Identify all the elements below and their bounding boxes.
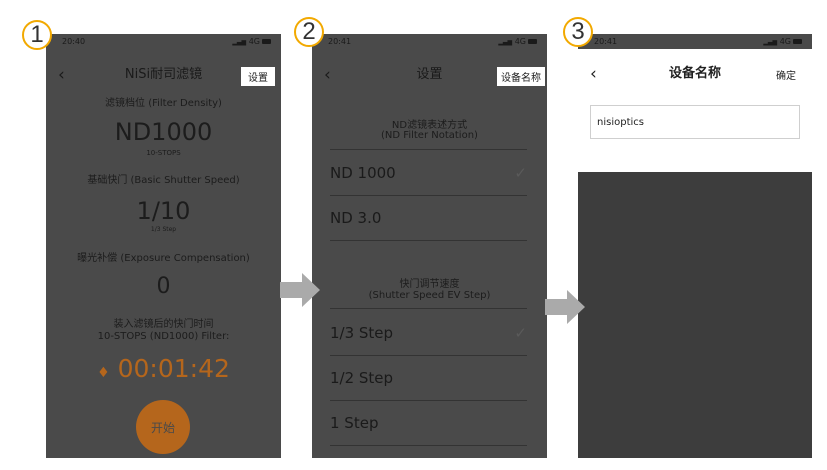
shutter-option-label: 1/2 Step <box>330 369 394 387</box>
signal-icon: ▂▄▆ <box>498 39 513 46</box>
battery-icon <box>793 39 802 44</box>
start-button[interactable]: 开始 <box>136 400 190 454</box>
filter-density-stops: 10-STOPS <box>146 149 181 157</box>
exposure-compensation-label: 曝光补偿 (Exposure Compensation) <box>77 253 250 264</box>
step-badge-2: 2 <box>294 17 324 47</box>
phone-screen-settings: 20:41 ▂▄▆ 4G 设置 ‹ 设备名称 ND滤镜表述方式 (ND Filt… <box>312 34 547 458</box>
status-time: 20:40 <box>62 37 86 46</box>
check-icon: ✓ <box>514 324 527 342</box>
settings-button[interactable]: 设置 <box>241 67 275 86</box>
filter-density-label: 滤镜档位 (Filter Density) <box>105 98 222 109</box>
timer-value: 00:01:42 <box>117 354 230 383</box>
nav-bar: 设置 ‹ 设备名称 <box>312 64 547 86</box>
nd-option-row[interactable]: ND 3.0 <box>330 196 527 241</box>
exposure-compensation-value[interactable]: 0 <box>46 274 281 299</box>
battery-icon <box>262 39 271 44</box>
shutter-step-section-title: 快门调节速度 <box>399 279 460 290</box>
status-time: 20:41 <box>594 37 618 46</box>
status-bar: 20:40 ▂▄▆ 4G <box>46 34 281 49</box>
nav-bar: NiSi耐司滤镜 ‹ 设置 <box>46 64 281 86</box>
chevron-left-icon[interactable]: ‹ <box>590 63 597 85</box>
nd-notation-section-subtitle: (ND Filter Notation) <box>381 130 478 141</box>
shutter-speed-value[interactable]: 1/10 <box>46 197 281 225</box>
start-button-label: 开始 <box>150 420 175 435</box>
step-badge-1: 1 <box>22 20 52 50</box>
filter-density-value[interactable]: ND1000 <box>46 118 281 146</box>
check-icon: ✓ <box>514 164 527 182</box>
device-name-input[interactable]: nisioptics <box>590 105 800 139</box>
phone-screen-filter-calculator: 20:40 ▂▄▆ 4G NiSi耐司滤镜 ‹ 设置 滤镜档位 (Filter … <box>46 34 281 458</box>
nd-notation-section-title: ND滤镜表述方式 <box>391 120 468 131</box>
device-name-panel <box>578 34 812 172</box>
phone-screen-device-name: 20:41 ▂▄▆ 4G 设备名称 ‹ 确定 nisioptics <box>578 34 812 458</box>
shutter-step-section-subtitle: (Shutter Speed EV Step) <box>368 290 491 301</box>
shutter-step-label: 1/3 Step <box>150 226 177 233</box>
nd-option-label: ND 1000 <box>330 164 396 182</box>
chevron-left-icon[interactable]: ‹ <box>58 64 65 86</box>
shutter-option-row[interactable]: 1/3 Step ✓ <box>330 311 527 356</box>
timer-icon: ♦ <box>97 365 110 381</box>
status-bar: 20:41 ▂▄▆ 4G <box>312 34 547 49</box>
shutter-option-label: 1 Step <box>330 414 379 432</box>
step-badge-3: 3 <box>563 17 593 47</box>
status-time: 20:41 <box>328 37 352 46</box>
arrow-right-icon <box>545 290 585 324</box>
nd-option-label: ND 3.0 <box>330 209 382 227</box>
signal-icon: ▂▄▆ <box>232 39 247 46</box>
device-name-button[interactable]: 设备名称 <box>497 67 545 86</box>
exposure-timer: ♦ 00:01:42 <box>46 354 281 383</box>
shutter-option-label: 1/3 Step <box>330 324 394 342</box>
chevron-left-icon[interactable]: ‹ <box>324 64 331 86</box>
arrow-right-icon <box>280 273 320 307</box>
battery-icon <box>528 39 537 44</box>
result-label: 装入滤镜后的快门时间 <box>113 319 214 330</box>
nd-option-row[interactable]: ND 1000 ✓ <box>330 151 527 196</box>
confirm-button[interactable]: 确定 <box>776 67 796 82</box>
signal-icon: ▂▄▆ <box>763 39 778 46</box>
shutter-option-row[interactable]: 1 Step <box>330 401 527 446</box>
status-bar: 20:41 ▂▄▆ 4G <box>578 34 812 49</box>
shutter-option-row[interactable]: 1/2 Step <box>330 356 527 401</box>
nav-bar: 设备名称 ‹ 确定 <box>578 63 812 85</box>
shutter-speed-label: 基础快门 (Basic Shutter Speed) <box>87 175 240 186</box>
result-filter-label: 10-STOPS (ND1000) Filter: <box>97 331 230 342</box>
